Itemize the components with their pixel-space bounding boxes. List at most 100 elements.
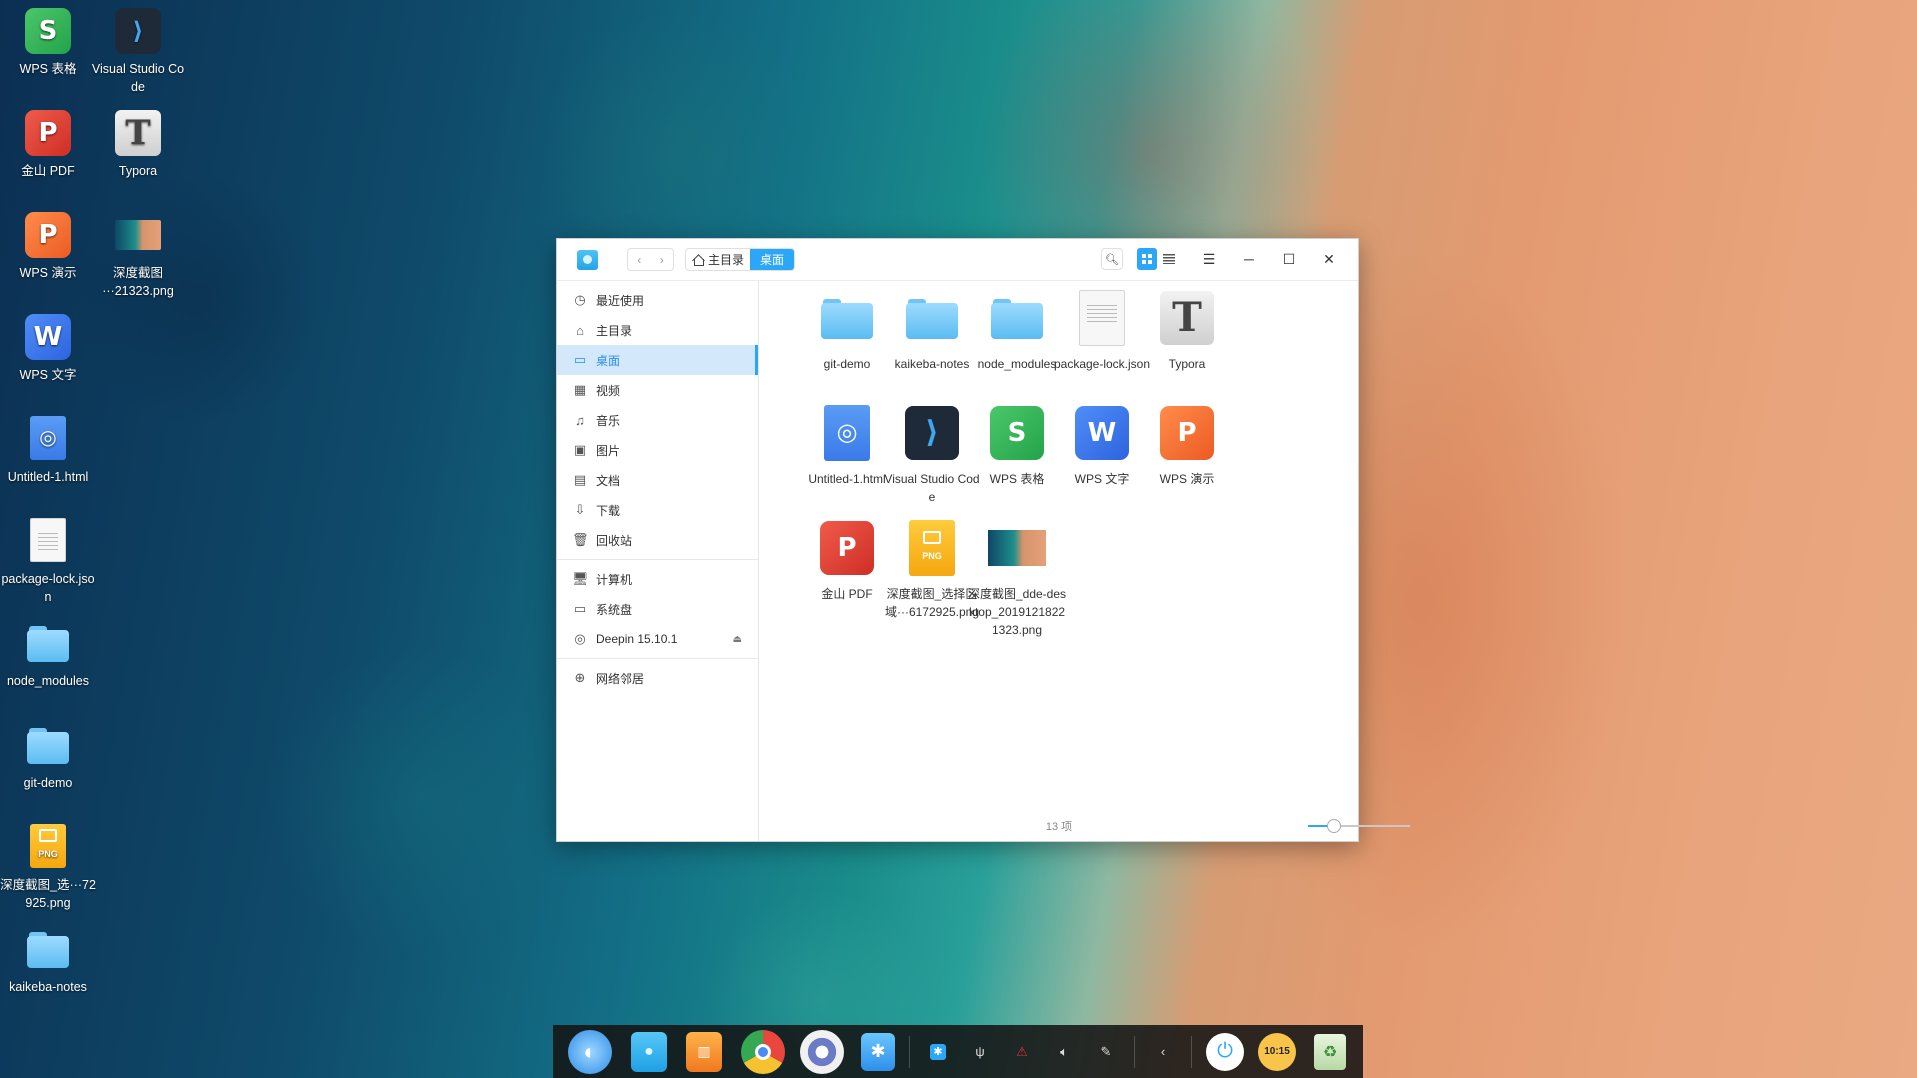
shutdown-icon[interactable]: ⏻: [1206, 1032, 1244, 1071]
sidebar-item-system-disk[interactable]: ▭ 系统盘: [557, 594, 758, 624]
desktop-icon-screenshot-png[interactable]: PNG 深度截图_选···72925.png: [0, 824, 96, 912]
forward-button[interactable]: ›: [651, 249, 674, 270]
breadcrumb: 主目录 桌面: [685, 248, 796, 271]
settings-icon[interactable]: [800, 1029, 844, 1074]
desktop-icon-wps-sheets[interactable]: S WPS 表格: [0, 8, 96, 78]
status-bar: 13 项: [760, 811, 1410, 841]
network-tray-icon[interactable]: ⚠: [1008, 1038, 1036, 1066]
desktop-icon-label: WPS 演示: [19, 266, 77, 280]
sidebar-item-network[interactable]: ⊕ 网络邻居: [557, 663, 758, 693]
chrome-icon[interactable]: [741, 1029, 785, 1074]
sidebar-item-pictures[interactable]: ▣ 图片: [557, 435, 758, 465]
desktop-icon-package-lock[interactable]: package-lock.json: [0, 518, 96, 606]
breadcrumb-home[interactable]: 主目录: [686, 249, 750, 270]
clock-time: 10:15: [1264, 1046, 1290, 1057]
desktop-icon-label: 金山 PDF: [21, 164, 75, 178]
clock-icon: ◷: [574, 292, 586, 307]
sidebar-item-trash[interactable]: 🗑︎ 回收站: [557, 525, 758, 555]
icon-view-button[interactable]: [1137, 248, 1157, 270]
menu-button[interactable]: ☰: [1197, 248, 1221, 270]
desktop-icon-label: WPS 文字: [19, 368, 77, 382]
sidebar-item-label: 图片: [596, 443, 621, 458]
desktop-icon-node-modules[interactable]: node_modules: [0, 620, 96, 690]
eject-icon[interactable]: ⏏: [733, 634, 742, 645]
close-button[interactable]: ✕: [1317, 248, 1341, 270]
folder-icon: [988, 289, 1046, 347]
wps-writer-icon: W: [25, 314, 71, 360]
wps-sheets-icon: S: [25, 8, 71, 54]
app-store-icon[interactable]: ▥: [686, 1031, 722, 1072]
maximize-icon: ☐: [1282, 250, 1296, 267]
desktop-icon-vscode[interactable]: ⟩ Visual Studio Code: [90, 8, 186, 96]
folder-icon: [903, 289, 961, 347]
bluetooth-icon[interactable]: ✱: [924, 1038, 952, 1066]
dock-divider: [1191, 1035, 1192, 1068]
home-icon: [692, 254, 704, 266]
desktop-icon-untitled-html[interactable]: ◎ Untitled-1.html: [0, 416, 96, 486]
sidebar-item-label: 主目录: [596, 323, 633, 338]
sidebar-item-home[interactable]: ⌂ 主目录: [557, 315, 758, 345]
expand-tray-icon[interactable]: ‹: [1149, 1038, 1177, 1066]
sidebar-item-computer[interactable]: 🖥︎ 计算机: [557, 564, 758, 594]
search-button[interactable]: 🔍︎: [1101, 248, 1123, 270]
desktop-icon-kaikeba-notes[interactable]: kaikeba-notes: [0, 926, 96, 996]
file-manager-icon[interactable]: ●: [631, 1031, 667, 1072]
folder-icon: [25, 620, 71, 666]
sidebar-item-deepin-disc[interactable]: ◎ Deepin 15.10.1 ⏏: [557, 624, 758, 654]
wps-writer-icon: W: [1073, 404, 1131, 462]
zoom-slider[interactable]: [1308, 819, 1410, 833]
desktop-icon-label: kaikeba-notes: [9, 980, 87, 994]
breadcrumb-current[interactable]: 桌面: [750, 249, 795, 270]
sidebar-item-desktop[interactable]: ▭ 桌面: [557, 345, 758, 375]
desktop-icon-kingsoft-pdf[interactable]: P 金山 PDF: [0, 110, 96, 180]
desktop-icon-git-demo[interactable]: git-demo: [0, 722, 96, 792]
sidebar-item-downloads[interactable]: ⇩ 下载: [557, 495, 758, 525]
back-button[interactable]: ‹: [628, 249, 651, 270]
file-item-typora[interactable]: T Typora: [1137, 289, 1237, 373]
sidebar-item-documents[interactable]: ▤ 文档: [557, 465, 758, 495]
desktop-icon-wps-writer[interactable]: W WPS 文字: [0, 314, 96, 384]
music-icon: ♫: [575, 412, 585, 428]
desktop-icon-screenshot-thumbnail[interactable]: 深度截图 ···21323.png: [90, 212, 186, 300]
trash-bin-icon[interactable]: ♻: [1314, 1033, 1346, 1070]
dock: ◐ ● ▥ ✱ ✱ ψ ⚠ 🔈︎ ✎ ‹ ⏻ 10:15 ♻: [553, 1025, 1363, 1078]
folder-icon: [25, 722, 71, 768]
sidebar-item-music[interactable]: ♫ 音乐: [557, 405, 758, 435]
dock-divider: [1134, 1035, 1135, 1068]
clock-widget[interactable]: 10:15: [1258, 1032, 1296, 1071]
file-item-wps-presentation[interactable]: P WPS 演示: [1137, 404, 1237, 488]
sidebar: ◷ 最近使用 ⌂ 主目录 ▭ 桌面 ▦ 视频 ♫ 音乐 ▣ 图片 ▤ 文档 ⇩ 下载 🗑︎ 回收站…: [557, 281, 759, 841]
launcher-icon[interactable]: ◐: [568, 1029, 612, 1074]
grid-icon: [1142, 254, 1152, 264]
home-icon: ⌂: [576, 322, 584, 338]
minimize-icon: ─: [1244, 251, 1254, 267]
breadcrumb-home-label: 主目录: [708, 253, 745, 267]
pen-icon[interactable]: ✎: [1092, 1038, 1120, 1066]
desktop-icon-wps-presentation[interactable]: P WPS 演示: [0, 212, 96, 282]
screenshot-thumbnail: [115, 212, 161, 258]
deepin-store-icon[interactable]: ✱: [861, 1032, 895, 1071]
video-icon: ▦: [573, 382, 587, 397]
usb-icon[interactable]: ψ: [966, 1038, 994, 1066]
disk-icon: ▭: [573, 601, 587, 616]
maximize-button[interactable]: ☐: [1277, 248, 1301, 270]
search-icon: 🔍︎: [1105, 253, 1119, 266]
desktop-icon-typora[interactable]: T Typora: [90, 110, 186, 180]
file-name: 深度截图_dde-desktop_20191218221323.png: [967, 587, 1067, 637]
sidebar-item-label: 回收站: [596, 533, 633, 548]
file-item-screenshot-desktop[interactable]: 深度截图_dde-desktop_20191218221323.png: [967, 519, 1067, 639]
sidebar-item-recent[interactable]: ◷ 最近使用: [557, 285, 758, 315]
screenshot-thumbnail: [988, 519, 1046, 577]
zoom-slider-handle[interactable]: [1326, 819, 1341, 833]
minimize-button[interactable]: ─: [1237, 248, 1261, 270]
sidebar-item-label: 计算机: [596, 572, 633, 587]
png-file-icon: PNG: [903, 519, 961, 577]
sidebar-item-label: 视频: [596, 383, 621, 398]
sidebar-item-videos[interactable]: ▦ 视频: [557, 375, 758, 405]
download-icon: ⇩: [574, 502, 586, 517]
sidebar-divider: [557, 559, 758, 560]
volume-icon[interactable]: 🔈︎: [1050, 1038, 1078, 1066]
sidebar-item-label: Deepin 15.10.1: [596, 632, 678, 646]
list-view-button[interactable]: [1159, 248, 1179, 270]
desktop-icon-label: git-demo: [23, 776, 73, 790]
